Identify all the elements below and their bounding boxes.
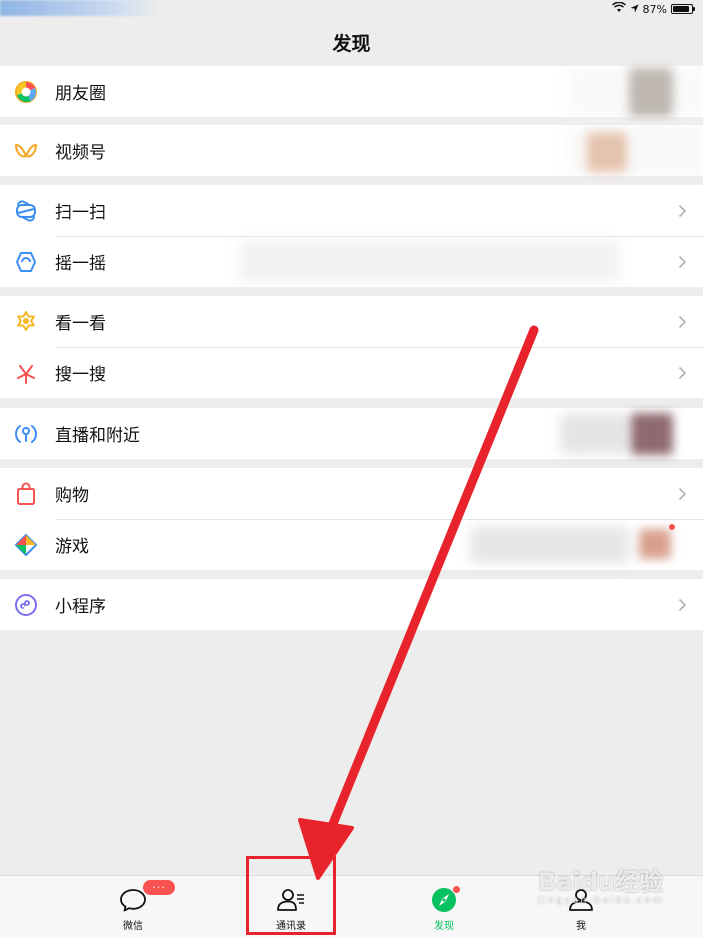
menu-item-label: 视频号 <box>55 143 106 163</box>
menu-item-scan[interactable]: 扫一扫 <box>0 185 703 236</box>
battery-percent: 87% <box>642 2 667 16</box>
blurred-region <box>560 414 630 454</box>
menu-item-channels[interactable]: 视频号 <box>0 125 703 176</box>
top-stories-icon <box>14 310 38 334</box>
status-bar: 87% <box>0 0 703 18</box>
tab-label: 微信 <box>123 921 143 932</box>
unread-badge: ··· <box>142 879 176 896</box>
watermark-subtext: jingyan.baidu.com <box>538 895 665 906</box>
menu-item-mini-programs[interactable]: 小程序 <box>0 579 703 630</box>
blurred-region <box>470 527 630 563</box>
live-nearby-icon <box>14 422 38 446</box>
games-preview-thumbnail <box>639 529 671 559</box>
chevron-right-icon <box>678 487 687 500</box>
shake-icon <box>14 250 38 274</box>
tab-discover[interactable]: 发现 <box>404 876 484 938</box>
channels-icon <box>14 139 38 163</box>
blurred-region <box>568 125 703 176</box>
menu-item-top-stories[interactable]: 看一看 <box>0 296 703 347</box>
tab-label: 我 <box>576 921 586 932</box>
watermark-text: Baidu经验 <box>538 868 663 896</box>
blurred-status-region <box>0 0 160 16</box>
menu-item-label: 游戏 <box>55 537 89 557</box>
group-stories-search: 看一看 搜一搜 <box>0 296 703 398</box>
menu-item-label: 直播和附近 <box>55 426 140 446</box>
discover-compass-icon <box>429 885 461 915</box>
location-arrow-icon <box>629 3 639 16</box>
blurred-region <box>240 240 620 282</box>
search-icon <box>14 361 38 385</box>
chevron-right-icon <box>678 598 687 611</box>
shopping-bag-icon <box>14 482 38 506</box>
chevron-right-icon <box>678 366 687 379</box>
menu-item-label: 摇一摇 <box>55 254 106 274</box>
group-shopping-games: 购物 游戏 <box>0 468 703 570</box>
baidu-jingyan-watermark: Baidu经验 jingyan.baidu.com <box>538 862 698 912</box>
group-live-nearby: 直播和附近 <box>0 408 703 459</box>
battery-icon <box>671 4 695 14</box>
chevron-right-icon <box>678 315 687 328</box>
chevron-right-icon <box>678 204 687 217</box>
menu-item-shopping[interactable]: 购物 <box>0 468 703 519</box>
group-mini-programs: 小程序 <box>0 579 703 630</box>
menu-item-live-nearby[interactable]: 直播和附近 <box>0 408 703 459</box>
chevron-right-icon <box>678 255 687 268</box>
menu-item-label: 小程序 <box>55 597 106 617</box>
nav-bar: 发现 <box>0 18 703 66</box>
menu-item-label: 扫一扫 <box>55 203 106 223</box>
mini-programs-icon <box>14 593 38 617</box>
page-title: 发现 <box>332 32 371 55</box>
games-icon <box>14 533 38 557</box>
wifi-icon <box>611 1 626 16</box>
menu-item-label: 朋友圈 <box>55 84 106 104</box>
live-preview-thumbnail <box>631 413 673 455</box>
menu-item-moments[interactable]: 朋友圈 <box>0 66 703 117</box>
group-channels: 视频号 <box>0 125 703 176</box>
contacts-tab-highlight-box <box>246 856 336 935</box>
menu-item-games[interactable]: 游戏 <box>0 519 703 570</box>
new-notification-dot <box>669 524 675 530</box>
group-moments: 朋友圈 <box>0 66 703 117</box>
menu-item-search[interactable]: 搜一搜 <box>0 347 703 398</box>
tab-label: 发现 <box>434 921 454 932</box>
menu-item-label: 搜一搜 <box>55 365 106 385</box>
menu-item-shake[interactable]: 摇一摇 <box>0 236 703 287</box>
group-scan-shake: 扫一扫 摇一摇 <box>0 185 703 287</box>
menu-item-label: 购物 <box>55 486 89 506</box>
blurred-region <box>568 66 703 117</box>
scan-icon <box>14 199 38 223</box>
menu-item-label: 看一看 <box>55 314 106 334</box>
moments-icon <box>14 80 38 104</box>
discover-notification-dot <box>452 885 461 894</box>
